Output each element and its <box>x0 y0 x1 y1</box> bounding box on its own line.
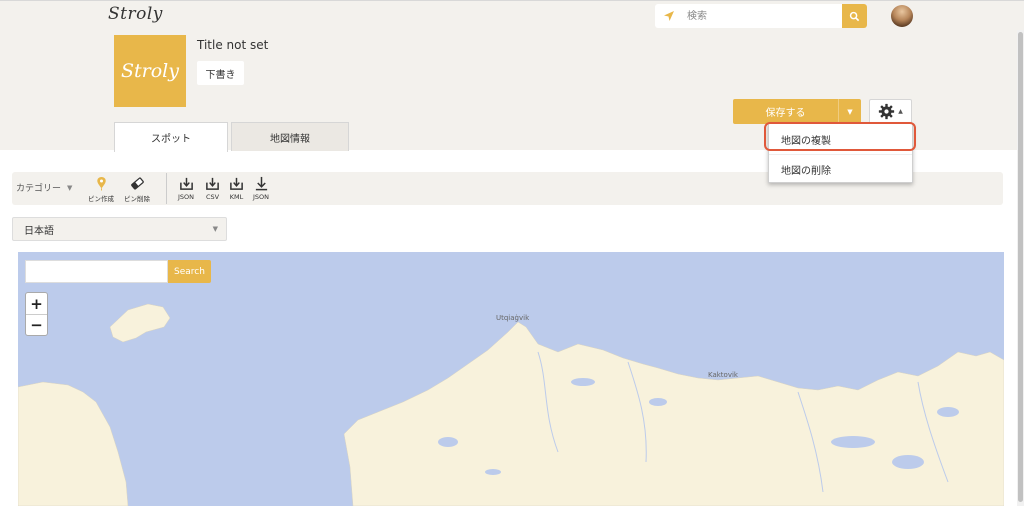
import-json-button[interactable]: JSON <box>178 176 194 201</box>
page-scrollbar[interactable] <box>1017 30 1024 506</box>
chevron-down-icon: ▼ <box>212 225 218 233</box>
caret-up-icon: ▲ <box>898 108 903 115</box>
language-value: 日本語 <box>24 225 54 237</box>
settings-dropdown: 地図の複製 地図の削除 <box>768 123 913 183</box>
search-button[interactable] <box>842 4 867 28</box>
delete-map-menu-item[interactable]: 地図の削除 <box>769 154 912 184</box>
save-button-label: 保存する <box>765 108 806 119</box>
draft-status-button[interactable]: 下書き <box>197 61 244 85</box>
import-icon <box>179 177 193 190</box>
toolbar-divider <box>166 173 167 204</box>
eraser-icon <box>130 177 144 190</box>
tab-map-info[interactable]: 地図情報 <box>231 122 349 151</box>
zoom-control: + − <box>25 292 48 336</box>
zoom-out-button[interactable]: − <box>26 314 47 335</box>
import-icon <box>206 177 219 190</box>
download-json-button[interactable]: JSON <box>253 176 269 201</box>
map-land <box>18 303 1004 506</box>
map-canvas[interactable]: Search + − Utqiaġvik Kaktovik <box>18 252 1004 506</box>
delete-pin-label: ピン削除 <box>124 195 150 203</box>
map-search-input[interactable] <box>25 260 168 283</box>
global-search <box>655 4 867 28</box>
create-pin-button[interactable]: ピン作成 <box>88 176 114 203</box>
create-pin-label: ピン作成 <box>88 195 114 203</box>
zoom-in-button[interactable]: + <box>26 293 47 314</box>
search-icon <box>849 11 860 21</box>
language-select[interactable]: 日本語 ▼ <box>12 217 227 241</box>
import-csv-label: CSV <box>205 193 220 201</box>
import-csv-button[interactable]: CSV <box>205 176 220 201</box>
category-select[interactable]: カテゴリー ▼ <box>16 181 73 195</box>
top-bar: Stroly <box>0 0 1024 30</box>
stroly-logo[interactable]: Stroly <box>108 4 163 24</box>
scrollbar-thumb[interactable] <box>1018 32 1023 502</box>
location-arrow-icon[interactable] <box>655 4 683 28</box>
import-kml-label: KML <box>229 193 244 201</box>
import-icon <box>230 177 243 190</box>
place-label: Utqiaġvik <box>496 314 530 322</box>
category-label: カテゴリー <box>16 184 62 194</box>
import-kml-button[interactable]: KML <box>229 176 244 201</box>
gear-icon <box>879 103 895 120</box>
save-dropdown-caret[interactable]: ▼ <box>838 99 861 124</box>
chevron-down-icon: ▼ <box>67 183 73 192</box>
tab-spots[interactable]: スポット <box>114 122 228 152</box>
settings-button[interactable]: ▲ <box>869 99 912 124</box>
download-icon <box>255 176 267 191</box>
avatar[interactable] <box>891 5 913 27</box>
download-json-label: JSON <box>253 193 270 201</box>
pin-icon <box>96 176 106 191</box>
save-button[interactable]: 保存する ▼ <box>733 99 861 124</box>
thumbnail-logo: Stroly <box>121 60 179 82</box>
duplicate-map-menu-item[interactable]: 地図の複製 <box>769 124 912 154</box>
place-label: Kaktovik <box>708 371 738 379</box>
page-title: Title not set <box>197 38 269 52</box>
delete-pin-button[interactable]: ピン削除 <box>124 176 150 203</box>
map-search-button[interactable]: Search <box>168 260 211 283</box>
import-json-label: JSON <box>178 193 195 201</box>
map-thumbnail: Stroly <box>114 35 186 107</box>
search-input[interactable] <box>683 5 841 27</box>
